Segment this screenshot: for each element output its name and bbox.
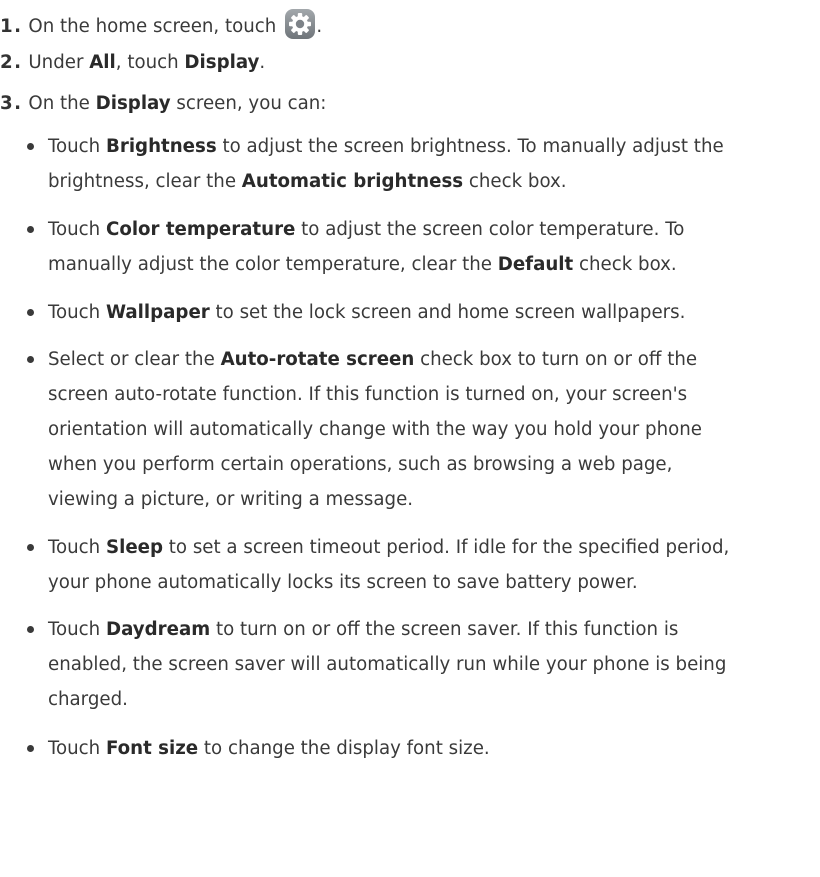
step-3: 3. On the Display screen, you can: <box>0 89 326 119</box>
list-item-line: charged. <box>48 689 128 710</box>
step-text: On the <box>28 93 96 114</box>
step-2: 2. Under All, touch Display. <box>0 48 265 78</box>
text-run: check box. <box>463 171 567 192</box>
bold-term: Daydream <box>105 619 211 640</box>
bold-term: Sleep <box>105 537 164 558</box>
text-run: check box. <box>573 254 677 275</box>
bold-term: Wallpaper <box>105 302 210 323</box>
text-run: Touch <box>48 302 106 323</box>
bullet-icon <box>27 626 34 633</box>
text-run: manually adjust the color temperature, c… <box>48 254 498 275</box>
list-item-line: Touch Font size to change the display fo… <box>27 731 817 766</box>
text-run: to turn on or off the screen saver. If t… <box>210 619 679 640</box>
step-1: 1. On the home screen, touch . <box>0 8 323 40</box>
bullet-icon <box>27 745 34 752</box>
list-item-line: Touch Wallpaper to set the lock screen a… <box>27 295 817 330</box>
list-item-line: Select or clear the Auto-rotate screen c… <box>27 342 817 377</box>
list-item-line: Touch Brightness to adjust the screen br… <box>27 129 817 164</box>
list-item: Touch Brightness to adjust the screen br… <box>27 129 817 199</box>
text-run: to set the lock screen and home screen w… <box>209 302 686 323</box>
list-item-line: Touch Daydream to turn on or off the scr… <box>27 612 817 647</box>
text-run: Touch <box>48 219 106 240</box>
bold-term: Brightness <box>105 136 217 157</box>
step-number: 1. <box>0 16 23 37</box>
text-run: Touch <box>48 738 106 759</box>
list-item-line: when you perform certain operations, suc… <box>48 454 673 475</box>
text-run: to adjust the screen brightness. To manu… <box>216 136 724 157</box>
text-run: Touch <box>48 136 106 157</box>
step-number: 2. <box>0 52 23 73</box>
step-text: On the home screen, touch <box>28 16 277 37</box>
text-run: Touch <box>48 537 106 558</box>
list-item-line: your phone automatically locks its scree… <box>48 572 638 593</box>
bold-term: Color temperature <box>105 219 296 240</box>
bullet-icon <box>27 143 34 150</box>
bold-term: All <box>89 52 116 73</box>
list-item-line: enabled, the screen saver will automatic… <box>48 654 727 675</box>
bullet-icon <box>27 544 34 551</box>
step-text: screen, you can: <box>170 93 327 114</box>
step-text-end: . <box>316 16 323 37</box>
bold-term: Font size <box>105 738 199 759</box>
list-item: Select or clear the Auto-rotate screen c… <box>27 342 817 517</box>
bold-term: Default <box>497 254 574 275</box>
bold-term: Auto-rotate screen <box>220 349 415 370</box>
bullet-icon <box>27 226 34 233</box>
step-number: 3. <box>0 93 23 114</box>
bullet-icon <box>27 309 34 316</box>
bold-term: Display <box>184 52 260 73</box>
text-run: brightness, clear the <box>48 171 242 192</box>
bullet-icon <box>27 356 34 363</box>
step-text: . <box>259 52 266 73</box>
list-item-line: manually adjust the color temperature, c… <box>27 247 817 282</box>
text-run: to change the display font size. <box>198 738 490 759</box>
text-run: check box to turn on or off the <box>414 349 698 370</box>
list-item: Touch Wallpaper to set the lock screen a… <box>27 295 817 330</box>
bold-term: Automatic brightness <box>241 171 464 192</box>
list-item-line: brightness, clear the Automatic brightne… <box>27 164 817 199</box>
list-item-line: viewing a picture, or writing a message. <box>48 489 414 510</box>
list-item-line: orientation will automatically change wi… <box>48 419 702 440</box>
text-run: to set a screen timeout period. If idle … <box>163 537 730 558</box>
step-text: Under <box>28 52 90 73</box>
list-item-line: Touch Color temperature to adjust the sc… <box>27 212 817 247</box>
text-run: to adjust the screen color temperature. … <box>295 219 685 240</box>
bold-term: Display <box>95 93 171 114</box>
list-item: Touch Daydream to turn on or off the scr… <box>27 612 817 717</box>
gear-icon <box>284 8 316 40</box>
text-run: Select or clear the <box>48 349 221 370</box>
list-item: Touch Color temperature to adjust the sc… <box>27 212 817 282</box>
list-item: Touch Sleep to set a screen timeout peri… <box>27 530 817 600</box>
text-run: Touch <box>48 619 106 640</box>
list-item: Touch Font size to change the display fo… <box>27 731 817 766</box>
step-text: , touch <box>115 52 185 73</box>
list-item-line: screen auto-rotate function. If this fun… <box>48 384 688 405</box>
list-item-line: Touch Sleep to set a screen timeout peri… <box>27 530 817 565</box>
